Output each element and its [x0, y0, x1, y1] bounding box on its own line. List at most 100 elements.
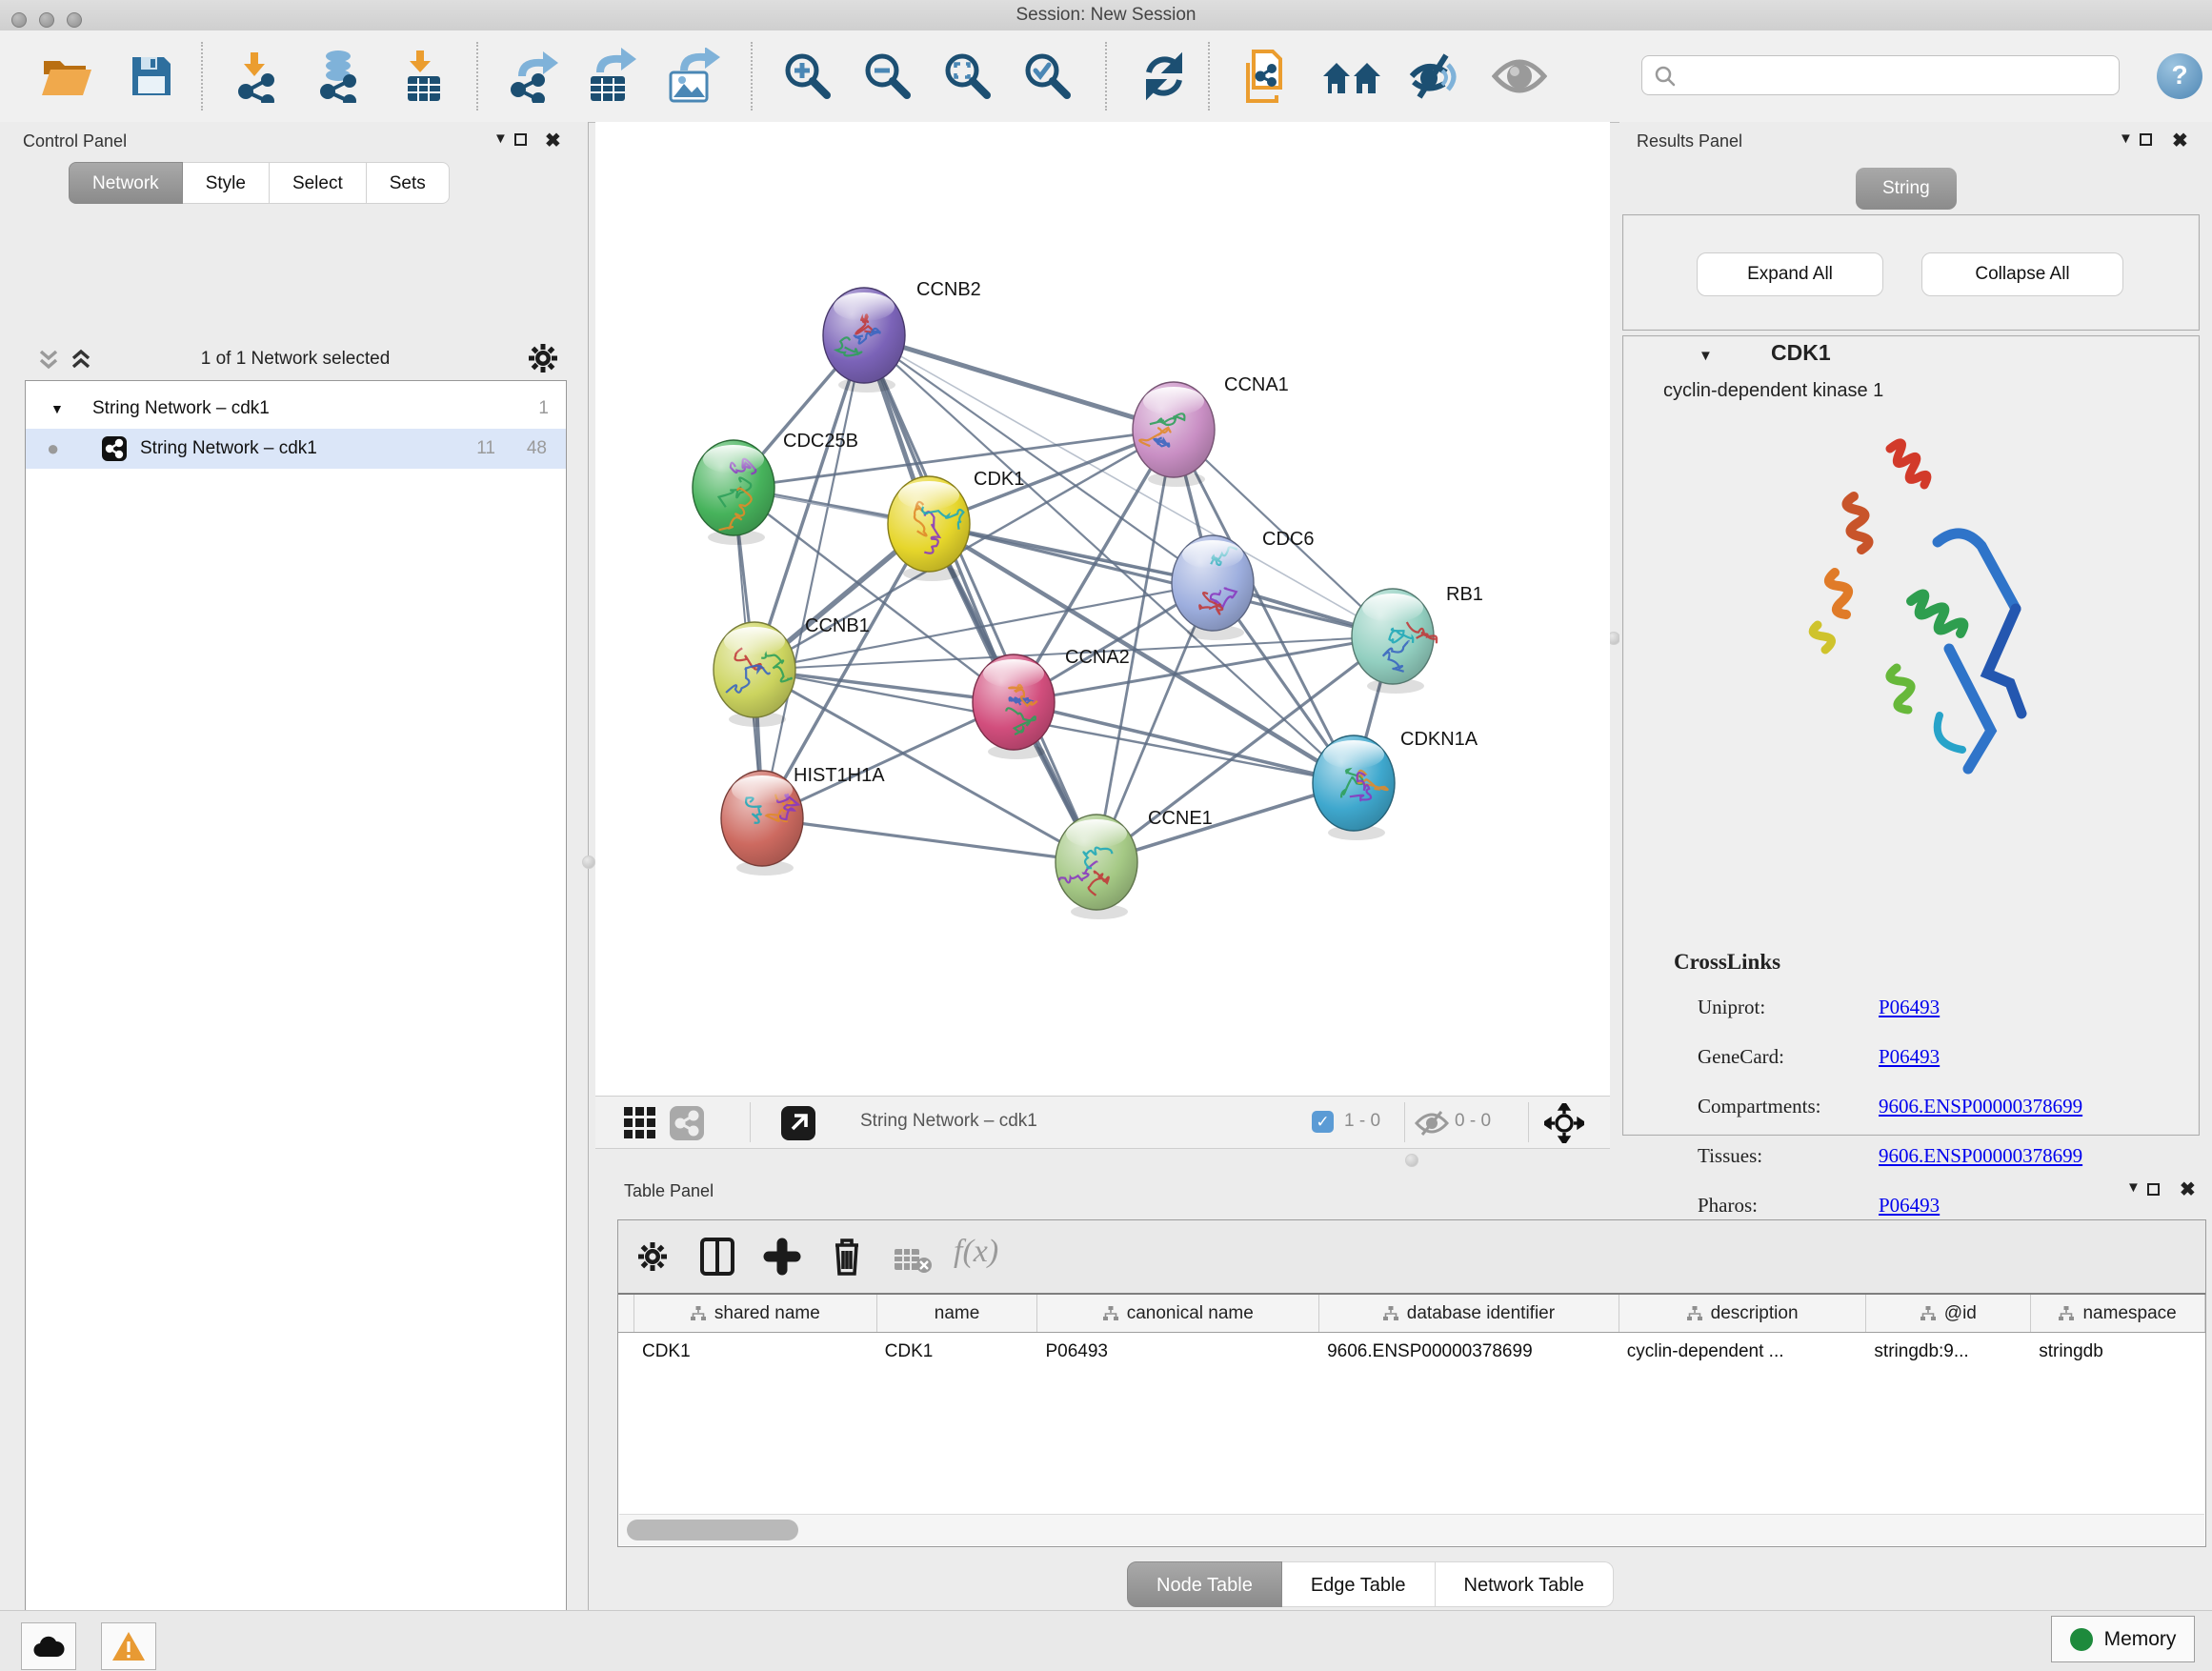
table-horizontal-scrollbar[interactable]	[619, 1514, 2204, 1545]
delete-column-trash-icon[interactable]	[830, 1236, 864, 1278]
import-network-from-database-icon[interactable]	[312, 50, 368, 108]
column-header--id[interactable]: @id	[1866, 1295, 2031, 1332]
network-options-gear-icon[interactable]	[526, 341, 560, 375]
network-collection-row[interactable]: ▼ String Network – cdk1 1	[26, 389, 566, 429]
table-row[interactable]: CDK1CDK1P064939606.ENSP00000378699cyclin…	[618, 1334, 2205, 1370]
grid-view-icon[interactable]	[624, 1107, 656, 1139]
network-edge-CCNB2-CCNA1[interactable]	[864, 335, 1174, 430]
search-input[interactable]	[1684, 60, 2107, 91]
network-node-HIST1H1A[interactable]	[721, 771, 803, 876]
export-table-icon[interactable]	[581, 48, 640, 108]
tab-style[interactable]: Style	[183, 162, 270, 204]
warning-status-button[interactable]	[101, 1622, 156, 1670]
table-scrollbar-thumb[interactable]	[627, 1520, 798, 1540]
table-panel-menu-icon[interactable]: ▼	[2126, 1179, 2141, 1196]
network-node-CDC25B[interactable]	[693, 440, 774, 545]
collapse-all-networks-icon[interactable]	[36, 348, 61, 372]
network-node-CCNE1[interactable]	[1056, 815, 1137, 919]
open-session-icon[interactable]	[40, 53, 93, 104]
zoom-in-icon[interactable]	[781, 50, 835, 108]
create-column-icon[interactable]	[763, 1238, 801, 1276]
network-node-CCNB2[interactable]	[823, 288, 905, 393]
column-header-canonical-name[interactable]: canonical name	[1037, 1295, 1319, 1332]
control-panel-menu-icon[interactable]: ▼	[493, 131, 508, 147]
table-panel-float-icon[interactable]	[2147, 1183, 2160, 1196]
results-panel-close-icon[interactable]: ✖	[2172, 129, 2188, 152]
table-options-gear-icon[interactable]	[635, 1239, 670, 1274]
network-canvas[interactable]: CCNB2CCNA1CDC25BCDK1CDC6RB1CCNB1CCNA2CDK…	[595, 122, 1610, 1096]
expand-all-button[interactable]: Expand All	[1697, 252, 1883, 296]
export-network-icon[interactable]	[505, 50, 560, 108]
fit-selected-crosshair-icon[interactable]	[1544, 1103, 1584, 1143]
crosslink-genecard-link[interactable]: P06493	[1879, 1045, 1940, 1069]
tab-sets[interactable]: Sets	[367, 162, 450, 204]
table-cell[interactable]: CDK1	[634, 1334, 877, 1370]
apply-preferred-layout-icon[interactable]	[1139, 51, 1189, 106]
tab-network[interactable]: Network	[69, 162, 183, 204]
column-header-shared-name[interactable]: shared name	[634, 1295, 877, 1332]
cloud-status-button[interactable]	[21, 1622, 76, 1670]
first-neighbors-icon[interactable]	[1322, 59, 1381, 102]
table-cell[interactable]: CDK1	[877, 1334, 1038, 1370]
network-node-CCNA1[interactable]	[1133, 382, 1215, 487]
results-panel-menu-icon[interactable]: ▼	[2119, 131, 2133, 147]
table-cell[interactable]: 9606.ENSP00000378699	[1319, 1334, 1619, 1370]
show-all-icon[interactable]	[1492, 55, 1547, 102]
save-session-icon[interactable]	[130, 54, 173, 103]
crosslink-label: Pharos:	[1698, 1194, 1758, 1217]
function-builder-icon[interactable]: f(x)	[954, 1234, 998, 1270]
table-cell[interactable]: stringdb:9...	[1866, 1334, 2031, 1370]
memory-button[interactable]: Memory	[2051, 1616, 2195, 1662]
help-icon[interactable]: ?	[2157, 53, 2202, 99]
table-panel-close-icon[interactable]: ✖	[2180, 1178, 2196, 1201]
collection-expand-triangle-icon[interactable]: ▼	[50, 389, 64, 429]
hide-selected-icon[interactable]	[1408, 51, 1463, 106]
network-node-RB1[interactable]	[1352, 589, 1437, 694]
bottom-splitter-handle[interactable]	[1405, 1154, 1418, 1167]
show-columns-icon[interactable]	[700, 1238, 734, 1276]
column-header-name[interactable]: name	[877, 1295, 1038, 1332]
network-node-CCNB1[interactable]	[714, 622, 795, 727]
export-image-icon[interactable]	[663, 48, 724, 108]
left-splitter-handle[interactable]	[582, 856, 595, 869]
delete-table-icon[interactable]	[895, 1247, 933, 1274]
tab-string[interactable]: String	[1856, 168, 1957, 210]
tab-network-table[interactable]: Network Table	[1436, 1561, 1614, 1607]
table-cell[interactable]: stringdb	[2031, 1334, 2205, 1370]
network-view-icon[interactable]	[670, 1106, 704, 1140]
zoom-out-icon[interactable]	[861, 50, 915, 108]
table-cell[interactable]: P06493	[1037, 1334, 1319, 1370]
column-header-database-identifier[interactable]: database identifier	[1319, 1295, 1619, 1332]
zoom-fit-content-icon[interactable]	[941, 50, 995, 108]
control-panel-close-icon[interactable]: ✖	[545, 129, 561, 152]
crosslink-uniprot-link[interactable]: P06493	[1879, 996, 1940, 1019]
network-node-CCNA2[interactable]	[973, 654, 1055, 759]
network-edge-HIST1H1A-CCNE1[interactable]	[762, 818, 1096, 862]
network-edge-CDK1-RB1[interactable]	[929, 524, 1393, 636]
expand-all-networks-icon[interactable]	[69, 348, 93, 372]
network-row-selected[interactable]: ● String Network – cdk1 11 48	[26, 429, 566, 469]
control-panel-float-icon[interactable]	[514, 133, 527, 146]
table-cell[interactable]: cyclin-dependent ...	[1619, 1334, 1867, 1370]
network-edge-CCNB2-CCNE1[interactable]	[864, 335, 1096, 862]
import-network-from-file-icon[interactable]	[232, 51, 284, 108]
crosslink-pharos-link[interactable]: P06493	[1879, 1194, 1940, 1218]
collapse-all-button[interactable]: Collapse All	[1921, 252, 2123, 296]
tab-select[interactable]: Select	[270, 162, 367, 204]
network-edge-CCNA2-CDKN1A[interactable]	[1014, 702, 1354, 783]
tab-node-table[interactable]: Node Table	[1127, 1561, 1282, 1607]
results-panel-float-icon[interactable]	[2140, 133, 2152, 146]
selected-count-checkbox-icon[interactable]: ✓	[1312, 1111, 1334, 1133]
open-in-new-window-icon[interactable]	[781, 1106, 815, 1140]
protein-collapse-triangle-icon[interactable]: ▼	[1699, 348, 1713, 364]
import-table-from-file-icon[interactable]	[400, 50, 448, 108]
node-label-HIST1H1A: HIST1H1A	[794, 765, 885, 786]
network-node-CDKN1A[interactable]	[1313, 735, 1395, 840]
column-header-namespace[interactable]: namespace	[2031, 1295, 2205, 1332]
tab-edge-table[interactable]: Edge Table	[1282, 1561, 1436, 1607]
duplicate-network-icon[interactable]	[1240, 50, 1292, 108]
column-header-description[interactable]: description	[1619, 1295, 1867, 1332]
crosslink-compartments-link[interactable]: 9606.ENSP00000378699	[1879, 1095, 2082, 1118]
crosslink-tissues-link[interactable]: 9606.ENSP00000378699	[1879, 1144, 2082, 1168]
zoom-selected-icon[interactable]	[1021, 50, 1075, 108]
